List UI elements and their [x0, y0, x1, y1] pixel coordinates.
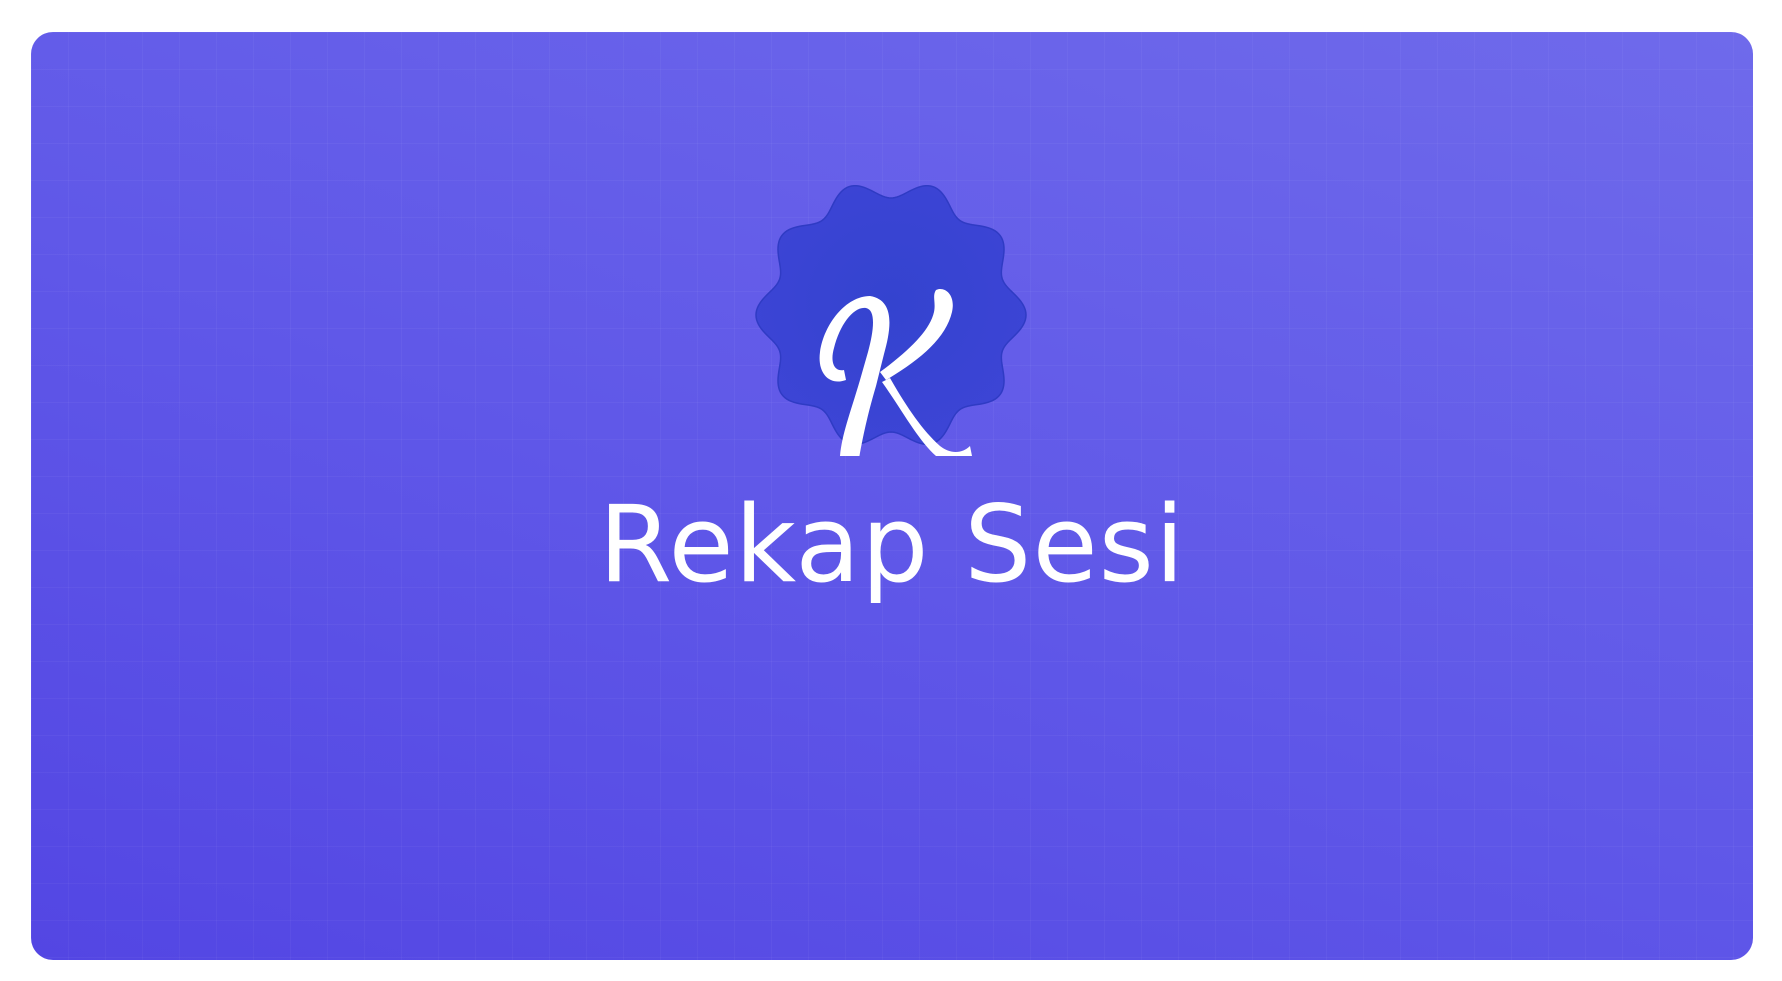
app-title: Rekap Sesi: [598, 483, 1186, 606]
k-badge-icon: [750, 174, 1032, 456]
badge-shape: [755, 184, 1027, 446]
splash-card: Rekap Sesi: [31, 32, 1753, 960]
